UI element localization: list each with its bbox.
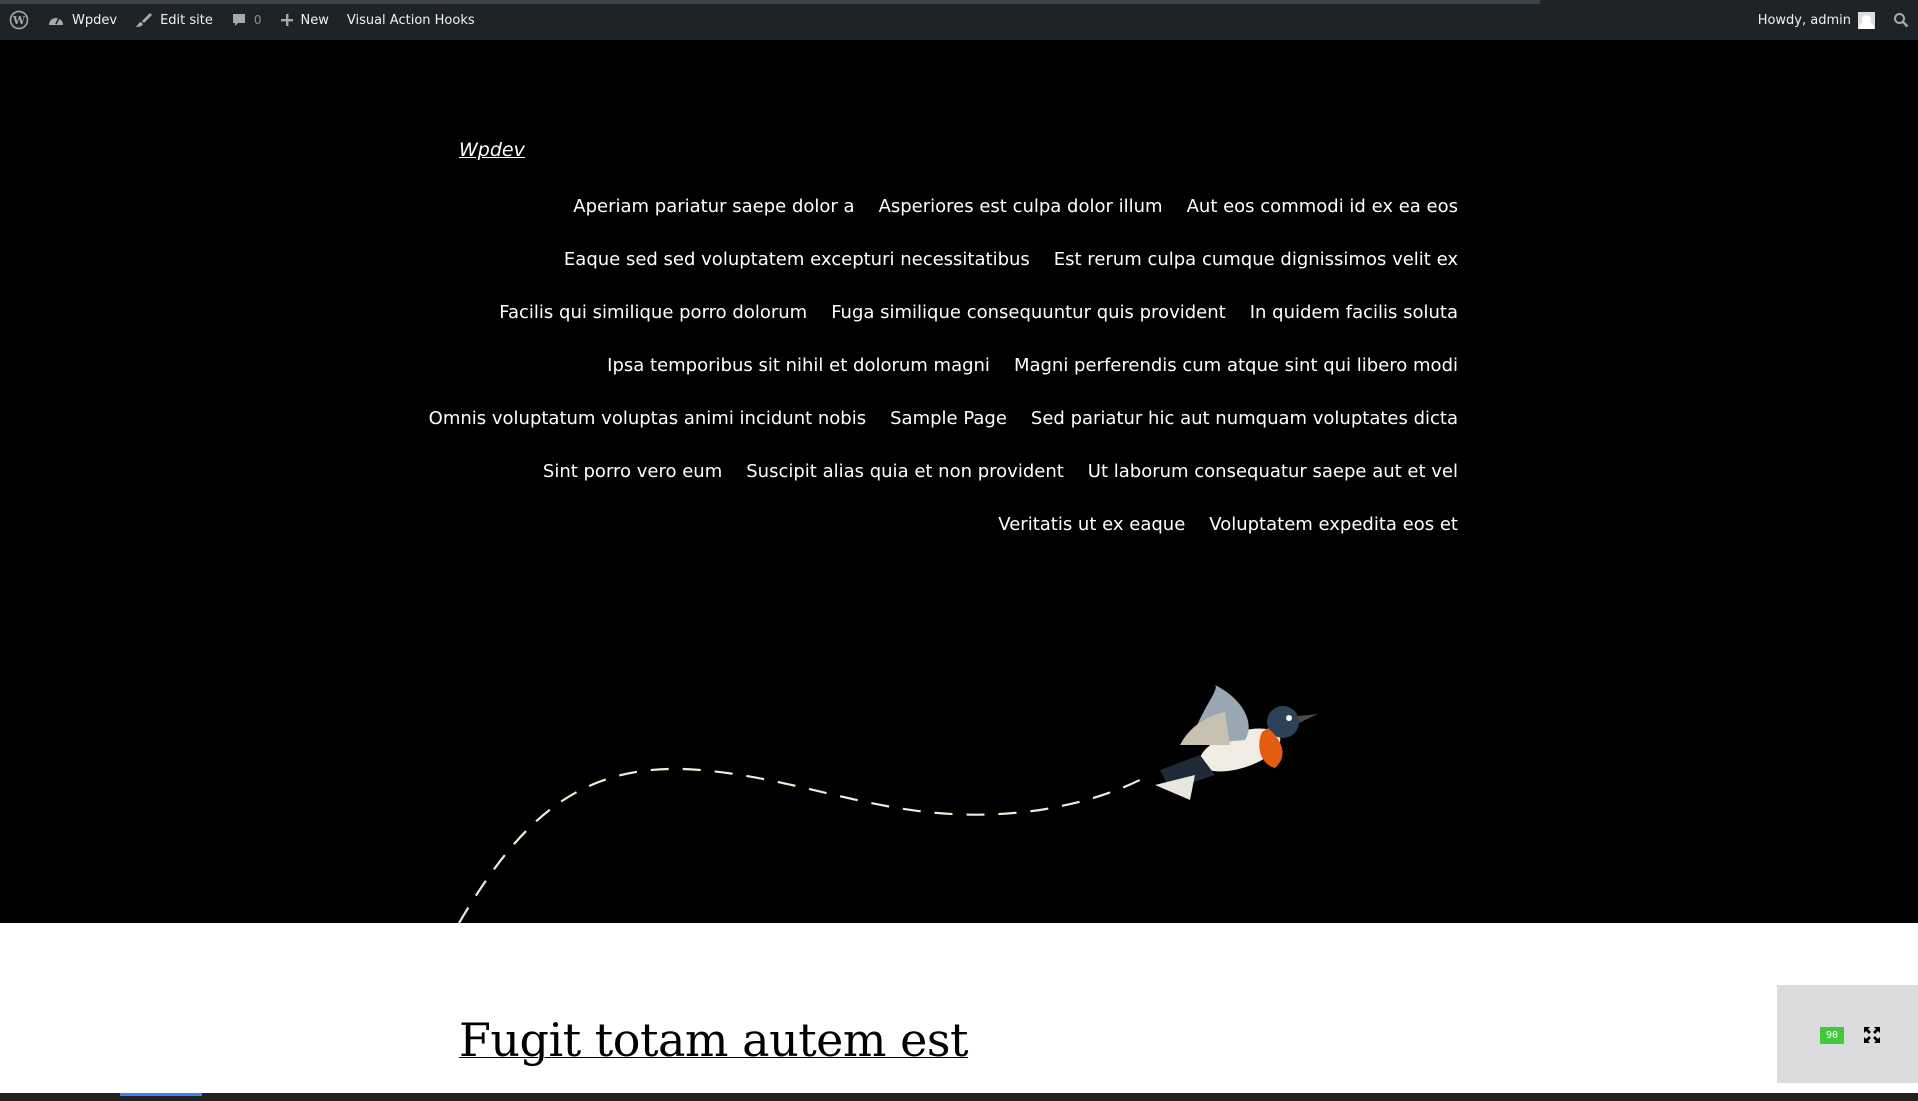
bird-flight-illustration: [458, 685, 1318, 923]
taskbar: [0, 1093, 1918, 1101]
dashed-flight-path: [458, 767, 1151, 923]
post-title-link[interactable]: Fugit totam autem est: [459, 1013, 968, 1067]
active-task-indicator: [120, 1093, 202, 1096]
floating-widget: 90: [1777, 985, 1918, 1083]
post-content: Fugit totam autem est: [0, 923, 1918, 1093]
expand-icon[interactable]: [1863, 1026, 1881, 1044]
bird-icon: [1155, 685, 1318, 800]
score-badge[interactable]: 90: [1820, 1027, 1844, 1044]
